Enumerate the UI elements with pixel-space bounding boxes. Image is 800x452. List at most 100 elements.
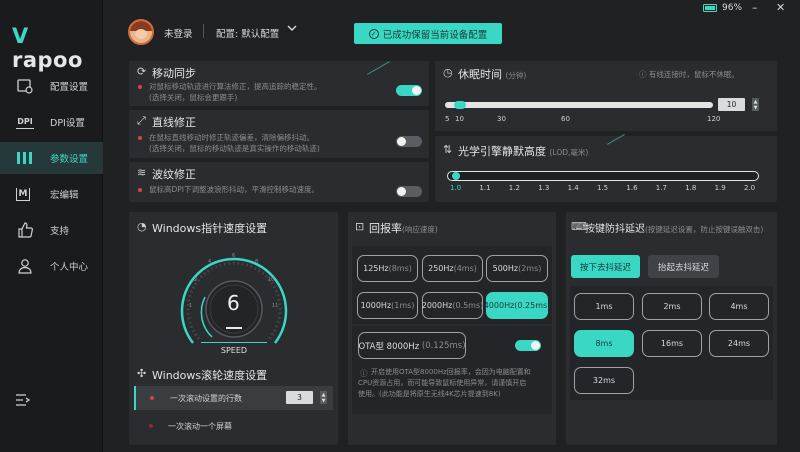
line-correction-icon: ⤢	[137, 114, 146, 127]
sleep-title: 休眠时间 (分钟)	[458, 68, 527, 81]
sleep-tick-label: 5	[445, 115, 450, 123]
sidebar-item-label: 参数设置	[50, 154, 89, 165]
speed-icon: ◔	[137, 220, 147, 233]
sidebar: V rapoo 配置设置 DPI DPI设置 参数设置 M 宏编辑 支持 个人中…	[0, 0, 103, 452]
avatar[interactable]	[128, 19, 154, 45]
battery-level: 96%	[722, 3, 743, 13]
scroll-lines-row[interactable]: 一次滚动设置的行数 3 ▲ ▼	[134, 386, 333, 410]
wave-icon: ≋	[137, 166, 147, 179]
lod-slider-thumb[interactable]	[452, 172, 460, 180]
polling-title: 回报率(响应速度)	[369, 222, 438, 235]
debounce-option-8ms[interactable]: 8ms	[574, 330, 634, 357]
svg-text:2: 2	[194, 277, 197, 283]
debounce-option-16ms[interactable]: 16ms	[642, 330, 702, 357]
ripple-toggle[interactable]	[396, 186, 422, 197]
lod-tick-label: 1.0	[450, 184, 462, 192]
lod-tick-label: 1.9	[714, 184, 726, 192]
debounce-option-2ms[interactable]: 2ms	[642, 293, 702, 320]
debounce-option-1ms[interactable]: 1ms	[574, 293, 634, 320]
status-dot	[138, 188, 142, 192]
pointer-speed-panel: ◔ Windows指针速度设置 1 2 4 6 8 10 11 6 SPEED …	[129, 212, 338, 445]
scroll-lines-stepper[interactable]: ▲ ▼	[320, 391, 327, 404]
sidebar-item-label: DPI设置	[50, 118, 85, 129]
debounce-option-24ms[interactable]: 24ms	[709, 330, 769, 357]
login-status[interactable]: 未登录	[164, 26, 193, 40]
lod-panel: ⇅ 光学引擎静默高度 (LOD,毫米) 1.0 1.1 1.2 1.3 1.4 1.5 1.…	[435, 134, 777, 202]
ota-toggle[interactable]	[515, 340, 541, 351]
status-dot	[138, 85, 142, 89]
motion-sync-panel: ⟳ 移动同步 对鼠标移动轨迹进行算法修正，提高追踪的稳定性。 (选择关闭，鼠标会…	[129, 61, 429, 106]
svg-text:11: 11	[272, 303, 278, 309]
report-rate-icon: ⊡	[355, 220, 365, 233]
sidebar-item-profile[interactable]: 个人中心	[0, 250, 103, 282]
debounce-option-4ms[interactable]: 4ms	[709, 293, 769, 320]
angle-snap-toggle[interactable]	[396, 136, 422, 147]
check-circle-icon: ✓	[368, 28, 379, 39]
motion-sync-desc-2: (选择关闭，鼠标会更跟手)	[149, 93, 238, 102]
sleep-tick-label: 120	[707, 115, 721, 123]
ripple-panel: ≋ 波纹修正 鼠标高DPI下调整波浪形抖动，平滑控制移动速度。	[129, 162, 429, 202]
close-icon[interactable]: ✕	[776, 1, 785, 14]
macro-icon: M	[16, 187, 30, 201]
scroll-lines-input[interactable]: 3	[286, 391, 313, 404]
svg-text:6: 6	[232, 253, 235, 259]
rapoo-logo: V rapoo	[12, 24, 83, 72]
svg-text:1: 1	[189, 303, 192, 309]
header-divider	[203, 24, 204, 38]
lod-tick-label: 1.2	[508, 184, 520, 192]
parameter-icon	[16, 149, 34, 167]
sync-icon: ⟳	[137, 65, 147, 78]
svg-text:4: 4	[208, 259, 211, 265]
ota-8000-option[interactable]: OTA型 8000Hz (0.125ms)	[358, 332, 466, 359]
polling-option-500[interactable]: 500Hz (2ms)	[486, 255, 548, 282]
sleep-slider-track[interactable]	[445, 102, 713, 108]
angle-snap-title: 直线修正	[152, 116, 196, 129]
scroll-page-row[interactable]: 一次滚动一个屏幕	[134, 414, 333, 438]
ota-warning-3: 使用。(此功能是将原生无线4K芯片提速到8K)	[358, 390, 501, 398]
chevron-down-icon[interactable]	[287, 24, 297, 35]
profile-selector[interactable]: 配置: 默认配置	[216, 26, 279, 40]
motion-sync-title: 移动同步	[152, 67, 196, 80]
pointer-speed-value: 6	[227, 291, 240, 315]
minimize-icon[interactable]: –	[752, 1, 758, 14]
sidebar-item-support[interactable]: 支持	[0, 214, 103, 246]
ripple-desc: 鼠标高DPI下调整波浪形抖动，平滑控制移动速度。	[149, 185, 320, 194]
config-icon	[16, 77, 34, 95]
speed-label: SPEED	[201, 342, 267, 356]
sleep-value-input[interactable]: 10	[718, 98, 745, 111]
polling-option-250[interactable]: 250Hz (4ms)	[422, 255, 483, 282]
scroll-speed-title: Windows滚轮速度设置	[152, 369, 268, 382]
sidebar-item-config[interactable]: 配置设置	[0, 70, 103, 102]
polling-option-4000[interactable]: 4000Hz (0.25ms)	[484, 292, 550, 319]
sleep-slider-thumb[interactable]	[454, 101, 466, 109]
lod-tick-label: 1.4	[567, 184, 579, 192]
sidebar-item-macro[interactable]: M 宏编辑	[0, 178, 103, 210]
scroll-lines-label: 一次滚动设置的行数	[170, 394, 242, 403]
angle-snap-desc-1: 在鼠标直线移动时修正轨迹偏差，清除偏移抖动。	[149, 133, 314, 142]
sidebar-item-dpi[interactable]: DPI DPI设置	[0, 106, 103, 138]
lod-tick-label: 1.3	[538, 184, 550, 192]
debounce-panel: ⌨ 按键防抖延迟(按键延迟设置，防止按键误触双击) 按下去抖延迟 抬起去抖延迟 …	[566, 212, 777, 445]
sleep-tick-label: 10	[455, 115, 464, 123]
status-dot	[150, 396, 154, 400]
polling-option-125[interactable]: 125Hz (8ms)	[357, 255, 418, 282]
collapse-menu-icon[interactable]	[15, 392, 31, 411]
ota-warning-2: CPU资源占用，而可能导致鼠标使用异常，请谨慎开启	[358, 379, 527, 387]
lod-slider-track[interactable]	[447, 171, 759, 181]
scroll-page-label: 一次滚动一个屏幕	[168, 422, 232, 431]
motion-sync-toggle[interactable]	[396, 85, 422, 96]
tab-release-debounce[interactable]: 抬起去抖延迟	[648, 255, 719, 278]
debounce-title: 按键防抖延迟(按键延迟设置，防止按键误触双击)	[585, 224, 764, 235]
sidebar-item-parameters[interactable]: 参数设置	[0, 142, 103, 174]
polling-panel: ⊡ 回报率(响应速度) 125Hz (8ms) 250Hz (4ms) 500Hz(…	[348, 212, 556, 445]
lod-tick-label: 1.1	[479, 184, 491, 192]
sleep-tick-label: 60	[561, 115, 570, 123]
debounce-option-32ms[interactable]: 32ms	[574, 367, 634, 394]
polling-option-1000[interactable]: 1000Hz (1ms)	[357, 292, 418, 319]
tab-press-debounce[interactable]: 按下去抖延迟	[571, 255, 640, 278]
ota-warning-1: 开启使用OTA型8000Hz回报率，会因为电脑配置和	[371, 368, 531, 376]
polling-option-2000[interactable]: 2000Hz (0.5ms)	[422, 292, 483, 319]
sidebar-item-label: 个人中心	[50, 262, 89, 273]
ripple-title: 波纹修正	[152, 168, 196, 181]
sleep-stepper[interactable]: ▲ ▼	[752, 98, 759, 111]
